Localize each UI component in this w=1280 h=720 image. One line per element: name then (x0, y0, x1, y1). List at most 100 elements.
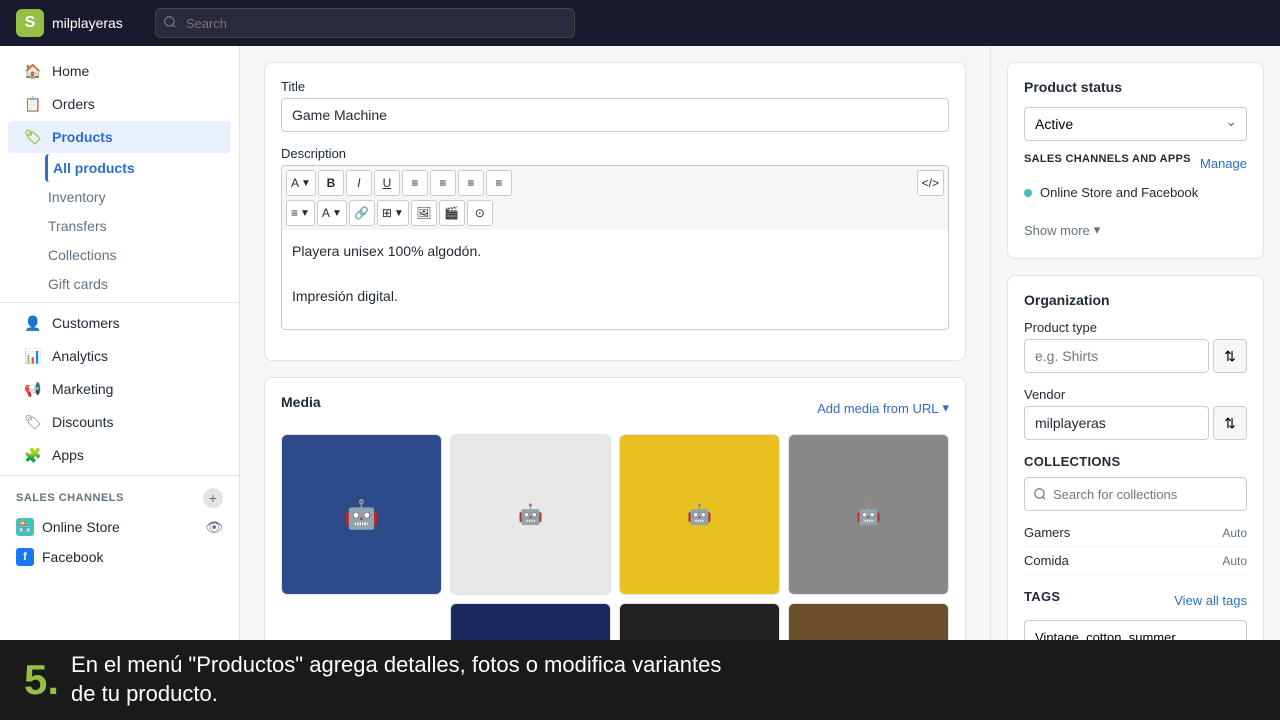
eye-icon[interactable]: 👁 (205, 519, 223, 536)
show-more-label: Show more (1024, 223, 1090, 238)
media-item-3[interactable]: 🤖 (619, 434, 780, 595)
sidebar-item-discounts[interactable]: 🏷 Discounts (8, 406, 231, 438)
description-line2: Impresión digital. (292, 285, 938, 307)
sidebar: 🏠 Home 📋 Orders 🏷 Products All products … (0, 46, 240, 640)
collection-item-comida: Comida Auto (1024, 547, 1247, 575)
search-input[interactable] (155, 8, 575, 38)
font-select[interactable]: A ▼ (286, 170, 316, 196)
vendor-input[interactable] (1024, 406, 1209, 440)
media-item-7[interactable]: 🤖 (788, 603, 949, 640)
collection-name-gamers: Gamers (1024, 525, 1070, 540)
topbar-logo: S milplayeras (16, 9, 123, 37)
store-icon: 🏪 (16, 518, 34, 536)
products-submenu: All products Inventory Transfers Collect… (0, 154, 239, 298)
product-type-group: Product type ⇅ (1024, 320, 1247, 373)
sidebar-label-marketing: Marketing (52, 381, 113, 397)
media-item-1[interactable]: 🤖 (281, 434, 442, 595)
sidebar-item-products[interactable]: 🏷 Products (8, 121, 231, 153)
tags-input[interactable] (1024, 620, 1247, 640)
add-channel-button[interactable]: + (203, 488, 223, 508)
align-right-button[interactable]: ≡ (486, 170, 512, 196)
video-button[interactable]: 🎬 (439, 200, 465, 226)
channels-section: SALES CHANNELS AND APPS Manage Online St… (1024, 153, 1247, 204)
sidebar-item-collections[interactable]: Collections (48, 241, 231, 269)
text-color-select[interactable]: A ▼ (317, 200, 347, 226)
media-item-6[interactable]: 🤖 (619, 603, 780, 640)
description-editor[interactable]: Playera unisex 100% algodón. Impresión d… (281, 230, 949, 330)
vendor-stepper[interactable]: ⇅ (1213, 406, 1247, 440)
sidebar-item-transfers[interactable]: Transfers (48, 212, 231, 240)
view-all-tags-link[interactable]: View all tags (1174, 593, 1247, 608)
sidebar-item-gift-cards[interactable]: Gift cards (48, 270, 231, 298)
sidebar-item-analytics[interactable]: 📊 Analytics (8, 340, 231, 372)
collections-search-input[interactable] (1053, 487, 1238, 502)
bottom-banner: 5. En el menú "Productos" agrega detalle… (0, 640, 1280, 720)
channel-item: Online Store and Facebook (1024, 181, 1247, 204)
media-item-4[interactable]: 🤖 (788, 434, 949, 595)
sidebar-item-inventory[interactable]: Inventory (48, 183, 231, 211)
media-header: Media Add media from URL ▾ (281, 394, 949, 422)
sidebar-item-online-store[interactable]: 🏪 Online Store 👁 (0, 512, 239, 542)
store-name: milplayeras (52, 15, 123, 31)
product-type-input[interactable] (1024, 339, 1209, 373)
organization-title: Organization (1024, 292, 1247, 308)
table-select[interactable]: ⊞ ▼ (377, 200, 409, 226)
description-line1: Playera unisex 100% algodón. (292, 240, 938, 262)
marketing-icon: 📢 (24, 380, 42, 398)
home-icon: 🏠 (24, 62, 42, 80)
add-media-arrow: ▾ (942, 400, 949, 416)
sidebar-item-home[interactable]: 🏠 Home (8, 55, 231, 87)
facebook-label: Facebook (42, 549, 103, 565)
add-media-label: Add media from URL (817, 401, 938, 416)
customers-icon: 👤 (24, 314, 42, 332)
title-group: Title (281, 79, 949, 132)
status-select[interactable]: Active Draft (1024, 107, 1247, 141)
title-input[interactable] (281, 98, 949, 132)
media-item-2[interactable]: 🤖 (450, 434, 611, 595)
show-more-button[interactable]: Show more ▾ (1024, 218, 1247, 242)
sidebar-item-all-products[interactable]: All products (45, 154, 231, 182)
organization-card: Organization Product type ⇅ Vendor ⇅ COL… (1007, 275, 1264, 640)
sidebar-label-discounts: Discounts (52, 414, 113, 430)
sidebar-label-orders: Orders (52, 96, 95, 112)
vendor-group: Vendor ⇅ (1024, 387, 1247, 440)
product-status-card: Product status Active Draft SALES CHANNE… (1007, 62, 1264, 259)
image-button[interactable]: 🖼 (411, 200, 437, 226)
collection-item-gamers: Gamers Auto (1024, 519, 1247, 547)
sidebar-label-products: Products (52, 129, 113, 145)
underline-button[interactable]: U (374, 170, 400, 196)
sidebar-label-apps: Apps (52, 447, 84, 463)
code-button[interactable]: </> (917, 170, 944, 196)
tags-section: TAGS View all tags (1024, 589, 1247, 640)
right-panel: Product status Active Draft SALES CHANNE… (990, 46, 1280, 640)
search-bar (155, 8, 575, 38)
analytics-icon: 📊 (24, 347, 42, 365)
media-item-5[interactable]: 🤖 (450, 603, 611, 640)
add-media-link[interactable]: Add media from URL ▾ (817, 400, 949, 416)
italic-button[interactable]: I (346, 170, 372, 196)
emoji-button[interactable]: ⊙ (467, 200, 493, 226)
product-type-stepper[interactable]: ⇅ (1213, 339, 1247, 373)
channel-name: Online Store and Facebook (1040, 185, 1198, 200)
collections-section: COLLECTIONS Gamers Auto Comida Auto (1024, 454, 1247, 575)
media-title: Media (281, 394, 321, 410)
indent-select[interactable]: ≡ ▼ (286, 200, 315, 226)
align-center-button[interactable]: ≡ (458, 170, 484, 196)
manage-link[interactable]: Manage (1200, 156, 1247, 171)
description-group: Description A ▼ B I U ≡ ≡ ≡ ≡ </> (281, 146, 949, 330)
align-left-button[interactable]: ≡ (430, 170, 456, 196)
link-button[interactable]: 🔗 (349, 200, 375, 226)
tags-title: TAGS (1024, 589, 1060, 604)
collections-list: Gamers Auto Comida Auto (1024, 519, 1247, 575)
bullet-list-button[interactable]: ≡ (402, 170, 428, 196)
sidebar-item-marketing[interactable]: 📢 Marketing (8, 373, 231, 405)
vendor-label: Vendor (1024, 387, 1247, 402)
product-type-label: Product type (1024, 320, 1247, 335)
sidebar-item-customers[interactable]: 👤 Customers (8, 307, 231, 339)
tshirt-graphic-2: 🤖 (451, 435, 610, 594)
sidebar-item-apps[interactable]: 🧩 Apps (8, 439, 231, 471)
tags-header: TAGS View all tags (1024, 589, 1247, 612)
sidebar-item-orders[interactable]: 📋 Orders (8, 88, 231, 120)
sidebar-item-facebook[interactable]: f Facebook (0, 542, 239, 572)
bold-button[interactable]: B (318, 170, 344, 196)
